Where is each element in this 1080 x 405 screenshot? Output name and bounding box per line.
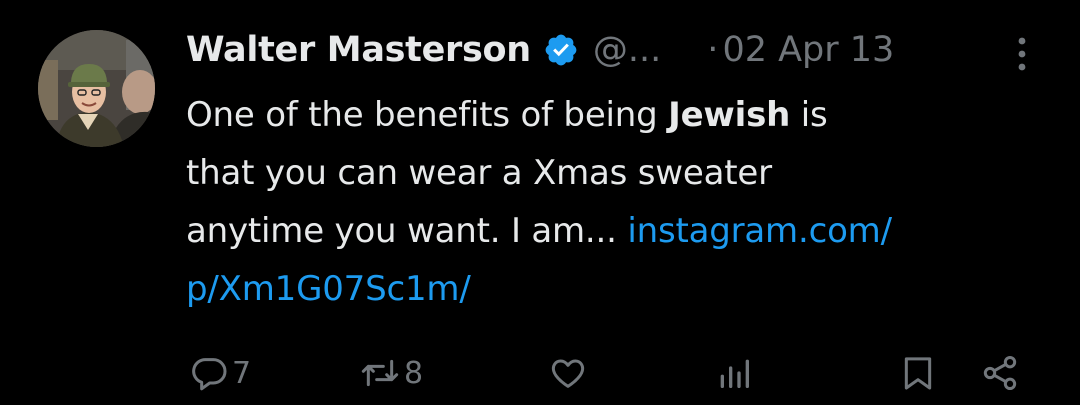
share-icon: [980, 353, 1020, 393]
instagram-link-continued[interactable]: p/Xm1G07Sc1m/: [186, 269, 471, 309]
views-button[interactable]: [714, 348, 754, 398]
tweet-text-line-3: anytime you want. I am... instagram.com/: [186, 202, 1046, 260]
share-button[interactable]: [980, 348, 1020, 398]
tweet-text: One of the benefits of being Jewish is t…: [186, 86, 1046, 318]
text-segment: One of the benefits of being: [186, 95, 669, 135]
repost-icon: [358, 353, 402, 393]
instagram-link[interactable]: instagram.com/: [627, 211, 892, 251]
views-icon: [714, 353, 754, 393]
reply-button[interactable]: 7: [190, 348, 251, 398]
like-icon: [548, 353, 588, 393]
avatar[interactable]: [38, 30, 155, 147]
avatar-photo-icon: [38, 30, 155, 147]
timestamp[interactable]: 02 Apr 13: [722, 30, 894, 70]
tweet-text-line-4: p/Xm1G07Sc1m/: [186, 260, 1046, 318]
action-bar: 7 8: [186, 348, 1036, 398]
tweet-header: Walter Masterson @... · 02 Apr 13: [186, 22, 1046, 78]
text-bold-segment: Jewish: [668, 95, 791, 135]
text-segment: anytime you want. I am...: [186, 211, 628, 251]
separator-dot: ·: [707, 30, 719, 70]
reply-count: 7: [232, 355, 252, 391]
repost-count: 8: [404, 355, 424, 391]
tweet-text-line-1: One of the benefits of being Jewish is: [186, 86, 1046, 144]
tweet[interactable]: Walter Masterson @... · 02 Apr 13 One of…: [0, 0, 1080, 405]
tweet-text-line-2: that you can wear a Xmas sweater: [186, 153, 772, 193]
handle[interactable]: @...: [593, 30, 661, 70]
reply-icon: [190, 353, 230, 393]
verified-badge-icon: [543, 32, 579, 68]
bookmark-icon: [898, 353, 938, 393]
more-vertical-icon[interactable]: [1012, 34, 1032, 74]
like-button[interactable]: [548, 348, 588, 398]
display-name[interactable]: Walter Masterson: [186, 30, 531, 70]
repost-button[interactable]: 8: [358, 348, 423, 398]
bookmark-button[interactable]: [898, 348, 938, 398]
text-segment: is: [790, 95, 828, 135]
